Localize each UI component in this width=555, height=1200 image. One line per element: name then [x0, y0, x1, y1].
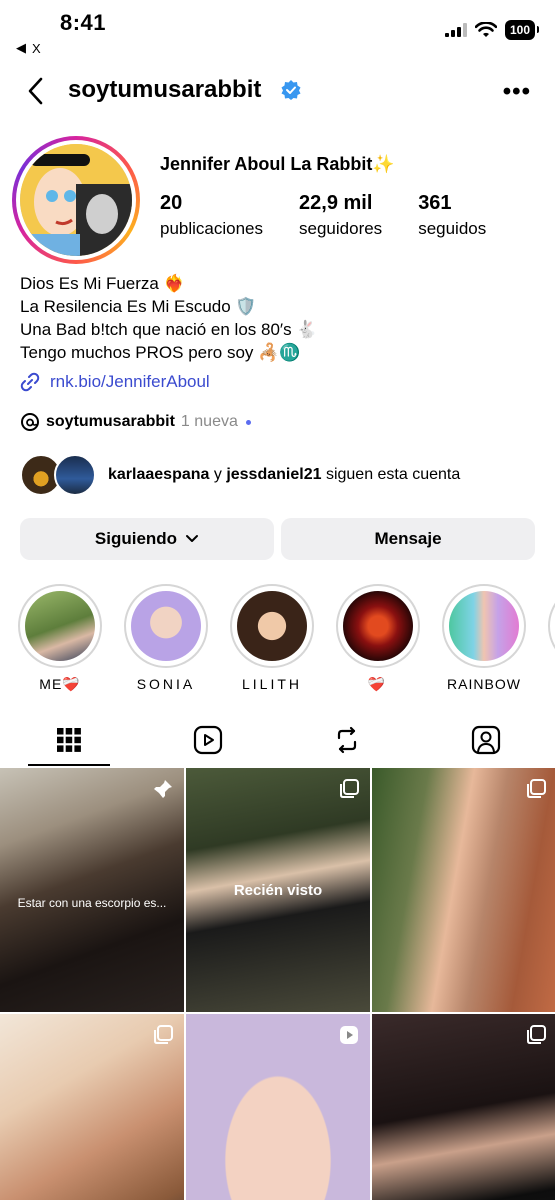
avatar-illustration	[20, 144, 132, 256]
highlight-label: ❤️‍🩹	[367, 676, 389, 692]
posts-stat[interactable]: 20 publicaciones	[160, 192, 263, 239]
message-button[interactable]: Mensaje	[281, 518, 535, 560]
link-icon	[20, 372, 40, 392]
back-app-label: X	[32, 40, 41, 56]
highlight-item[interactable]	[548, 584, 555, 668]
profile-bio: Dios Es Mi Fuerza ❤️‍🔥 La Resilencia Es …	[20, 272, 317, 364]
bio-line: Una Bad b!tch que nació en los 80′s 🐇	[20, 320, 318, 339]
tab-reels[interactable]	[192, 724, 224, 756]
post-thumbnail[interactable]	[372, 768, 555, 1012]
highlight-item[interactable]: ❤️‍🩹	[336, 584, 420, 693]
more-options-button[interactable]: •••	[503, 78, 531, 106]
profile-header: soytumusarabbit •••	[0, 70, 555, 114]
bio-link-text: rnk.bio/JenniferAboul	[50, 372, 210, 391]
followers-label: seguidores	[299, 219, 383, 238]
highlight-cover	[343, 591, 413, 661]
back-triangle-icon: ◀	[16, 40, 26, 55]
back-to-app-link[interactable]: ◀ X	[16, 40, 41, 56]
post-thumbnail[interactable]: Estar con una escorpio es...	[0, 768, 184, 1012]
followers-count: 22,9 mil	[299, 192, 373, 214]
tab-tagged[interactable]	[470, 724, 502, 756]
following-stat[interactable]: 361 seguidos	[418, 192, 486, 239]
post-thumbnail[interactable]	[186, 1014, 370, 1200]
reels-icon	[193, 725, 223, 755]
back-button[interactable]	[20, 74, 50, 108]
mutual-avatar	[54, 454, 96, 496]
mutual-followers-text: karlaaespana y jessdaniel21 siguen esta …	[108, 466, 461, 483]
pinned-icon	[154, 780, 172, 798]
post-thumbnail[interactable]	[372, 1014, 555, 1200]
multi-photo-icon	[527, 779, 546, 798]
repost-icon	[337, 726, 357, 754]
highlight-item[interactable]: ME❤️‍🩹	[18, 584, 102, 693]
threads-handle: soytumusarabbit	[46, 413, 175, 430]
status-bar: 8:41 ◀ X 100	[0, 0, 555, 62]
threads-badge[interactable]: soytumusarabbit 1 nueva	[20, 412, 251, 432]
signal-icon	[444, 23, 467, 37]
story-highlights: ME❤️‍🩹 SONIA LILITH ❤️‍🩹 RAINBOW	[0, 584, 555, 694]
message-label: Mensaje	[374, 529, 442, 548]
highlight-label: ME❤️‍🩹	[39, 676, 81, 692]
posts-count: 20	[160, 192, 183, 214]
post-thumbnail[interactable]	[0, 1014, 184, 1200]
profile-avatar[interactable]	[12, 136, 140, 264]
bio-line: Dios Es Mi Fuerza ❤️‍🔥	[20, 274, 185, 293]
avatar-image	[20, 144, 132, 256]
highlight-item[interactable]: LILITH	[230, 584, 314, 692]
highlight-label: RAINBOW	[447, 676, 521, 692]
post-thumbnail[interactable]: Recién visto	[186, 768, 370, 1012]
tab-posts-grid[interactable]	[53, 724, 85, 756]
multi-photo-icon	[154, 1025, 173, 1044]
threads-icon	[21, 413, 39, 431]
content-tabs	[0, 712, 555, 768]
following-label: seguidos	[418, 219, 487, 238]
highlight-cover	[449, 591, 519, 661]
grid-icon	[57, 728, 81, 752]
recently-viewed-label: Recién visto	[233, 882, 323, 899]
profile-stats: 20 publicaciones 22,9 mil seguidores 361…	[160, 192, 522, 239]
post-caption: Estar con una escorpio es...	[17, 896, 167, 910]
highlight-cover	[25, 591, 95, 661]
wifi-icon	[474, 22, 497, 37]
tab-reposts[interactable]	[331, 724, 363, 756]
status-time: 8:41	[60, 10, 107, 35]
highlight-cover	[131, 591, 201, 661]
active-tab-indicator	[28, 764, 110, 766]
threads-new-label: 1 nueva	[180, 413, 238, 430]
followers-stat[interactable]: 22,9 mil seguidores	[299, 192, 382, 239]
bio-line: La Resilencia Es Mi Escudo 🛡️	[20, 297, 257, 316]
threads-new-dot	[245, 419, 251, 425]
following-button[interactable]: Siguiendo	[20, 518, 274, 560]
tagged-user-icon	[471, 725, 501, 755]
mutual-followers[interactable]: karlaaespana y jessdaniel21 siguen esta …	[20, 454, 460, 496]
mutual-user-1: karlaaespana	[108, 466, 210, 483]
chevron-down-icon	[186, 535, 199, 542]
status-indicators: 100	[444, 20, 540, 40]
bio-line: Tengo muchos PROS pero soy 🦂♏️	[20, 343, 301, 362]
verified-badge-icon	[281, 80, 301, 100]
highlight-label: SONIA	[136, 676, 196, 692]
highlight-label: LILITH	[241, 676, 302, 692]
following-label: Siguiendo	[94, 529, 178, 548]
mutual-user-2: jessdaniel21	[226, 466, 322, 483]
highlight-item[interactable]: SONIA	[124, 584, 208, 692]
profile-username: soytumusarabbit	[68, 76, 262, 103]
posts-grid: Estar con una escorpio es... Recién vist…	[0, 768, 555, 1200]
posts-label: publicaciones	[160, 219, 264, 238]
reel-icon	[340, 1026, 358, 1044]
following-count: 361	[418, 192, 452, 214]
multi-photo-icon	[340, 779, 359, 798]
chevron-left-icon	[28, 77, 43, 105]
battery-indicator: 100	[504, 20, 540, 40]
multi-photo-icon	[527, 1025, 546, 1044]
display-name: Jennifer Aboul La Rabbit✨	[160, 154, 395, 174]
bio-link[interactable]: rnk.bio/JenniferAboul	[20, 372, 210, 392]
highlight-cover	[237, 591, 307, 661]
highlight-item[interactable]: RAINBOW	[442, 584, 526, 692]
